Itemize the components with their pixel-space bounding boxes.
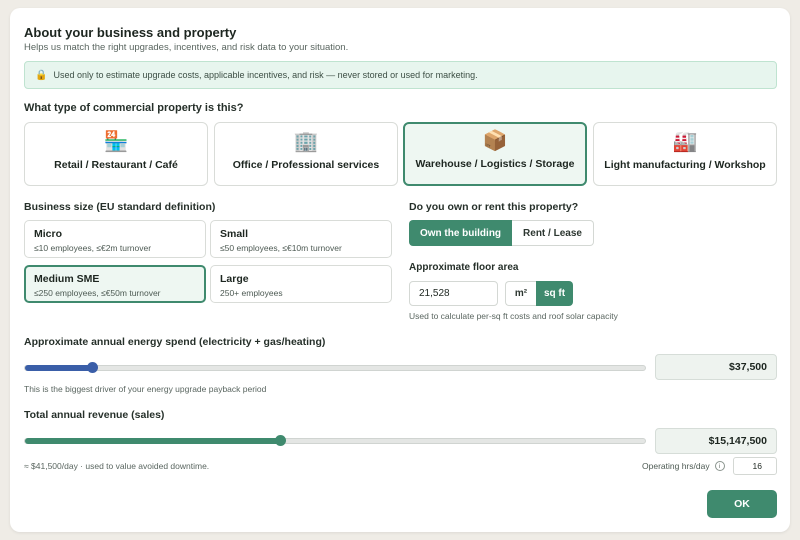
energy-spend-slider-fill [25, 365, 92, 371]
info-icon[interactable]: i [714, 461, 725, 471]
size-option-name: Large [220, 273, 249, 285]
property-option-label: Office / Professional services [232, 159, 380, 171]
privacy-banner: 🔒 Used only to estimate upgrade costs, a… [24, 61, 777, 89]
floor-area-label: Approximate floor area [409, 262, 519, 273]
energy-spend-slider[interactable] [24, 362, 646, 373]
business-size-micro[interactable]: Micro ≤10 employees, ≤€2m turnover [24, 220, 206, 258]
own-building-button[interactable]: Own the building [409, 220, 512, 246]
rent-lease-button[interactable]: Rent / Lease [512, 220, 594, 246]
size-option-desc: 250+ employees [220, 288, 283, 298]
revenue-hint: ≈ $41,500/day · used to value avoided do… [24, 461, 210, 471]
page-subtitle: Helps us match the right upgrades, incen… [24, 42, 349, 53]
store-icon: 🏪 [103, 131, 129, 153]
size-option-name: Micro [34, 228, 63, 240]
factory-icon: 🏭 [672, 131, 698, 153]
unit-m2-button[interactable]: m² [505, 281, 536, 306]
energy-spend-value[interactable]: $37,500 [655, 354, 777, 380]
lock-icon: 🔒 [35, 69, 48, 81]
unit-sqft-button[interactable]: sq ft [536, 281, 573, 306]
energy-spend-label: Approximate annual energy spend (electri… [24, 336, 326, 348]
business-size-medium[interactable]: Medium SME ≤250 employees, ≤€50m turnove… [24, 265, 206, 303]
revenue-slider-thumb[interactable] [274, 435, 286, 446]
revenue-slider[interactable] [24, 435, 646, 446]
property-option-manufacturing[interactable]: 🏭 Light manufacturing / Workshop [593, 122, 777, 186]
operating-hours-label: Operating hrs/day [642, 461, 710, 471]
ownership-question: Do you own or rent this property? [409, 201, 579, 213]
business-size-small[interactable]: Small ≤50 employees, ≤€10m turnover [210, 220, 392, 258]
size-option-name: Small [220, 228, 249, 240]
ok-button[interactable]: OK [707, 490, 777, 518]
size-option-name: Medium SME [34, 273, 100, 285]
size-option-desc: ≤50 employees, ≤€10m turnover [220, 243, 342, 253]
property-option-label: Warehouse / Logistics / Storage [415, 158, 575, 170]
energy-spend-hint: This is the biggest driver of your energ… [24, 384, 267, 394]
revenue-value[interactable]: $15,147,500 [655, 428, 777, 454]
property-option-retail[interactable]: 🏪 Retail / Restaurant / Café [24, 122, 208, 186]
revenue-slider-fill [25, 438, 280, 444]
property-option-office[interactable]: 🏢 Office / Professional services [214, 122, 398, 186]
floor-area-hint: Used to calculate per-sq ft costs and ro… [409, 311, 618, 321]
office-building-icon: 🏢 [293, 131, 319, 153]
property-option-label: Light manufacturing / Workshop [604, 159, 766, 171]
property-type-question: What type of commercial property is this… [24, 102, 244, 114]
privacy-banner-text: Used only to estimate upgrade costs, app… [53, 70, 478, 80]
page-title: About your business and property [24, 25, 237, 40]
package-icon: 📦 [482, 130, 508, 152]
operating-hours-input[interactable]: 16 [733, 457, 777, 475]
size-option-desc: ≤250 employees, ≤€50m turnover [34, 288, 161, 298]
revenue-label: Total annual revenue (sales) [24, 409, 165, 421]
property-option-label: Retail / Restaurant / Café [54, 159, 178, 171]
property-option-warehouse[interactable]: 📦 Warehouse / Logistics / Storage [403, 122, 587, 186]
business-size-question: Business size (EU standard definition) [24, 201, 216, 213]
size-option-desc: ≤10 employees, ≤€2m turnover [34, 243, 152, 253]
floor-area-input[interactable]: 21,528 [409, 281, 498, 306]
business-size-large[interactable]: Large 250+ employees [210, 265, 392, 303]
operating-hours-label-row: Operating hrs/day i [642, 461, 725, 471]
energy-spend-slider-thumb[interactable] [86, 362, 98, 373]
